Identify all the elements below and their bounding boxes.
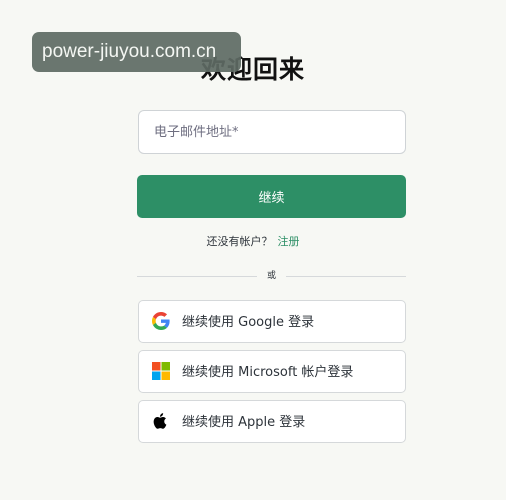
apple-login-button[interactable]: 继续使用 Apple 登录 [138, 400, 406, 443]
or-divider: 或 [137, 269, 406, 283]
microsoft-login-button[interactable]: 继续使用 Microsoft 帐户登录 [138, 350, 406, 393]
continue-button[interactable]: 继续 [137, 175, 406, 218]
signup-link[interactable]: 注册 [278, 235, 300, 248]
apple-icon [152, 412, 170, 430]
email-field[interactable] [138, 110, 406, 154]
signup-prompt: 还没有帐户？ 注册 [0, 233, 506, 249]
divider-line-right [286, 276, 406, 277]
google-login-button[interactable]: 继续使用 Google 登录 [138, 300, 406, 343]
google-login-label: 继续使用 Google 登录 [182, 315, 315, 330]
microsoft-login-label: 继续使用 Microsoft 帐户登录 [182, 365, 354, 380]
signup-prompt-text: 还没有帐户？ [206, 235, 273, 248]
apple-login-label: 继续使用 Apple 登录 [182, 415, 306, 430]
watermark-badge: power-jiuyou.com.cn [32, 32, 241, 72]
google-icon [152, 312, 170, 330]
microsoft-icon [152, 362, 170, 380]
